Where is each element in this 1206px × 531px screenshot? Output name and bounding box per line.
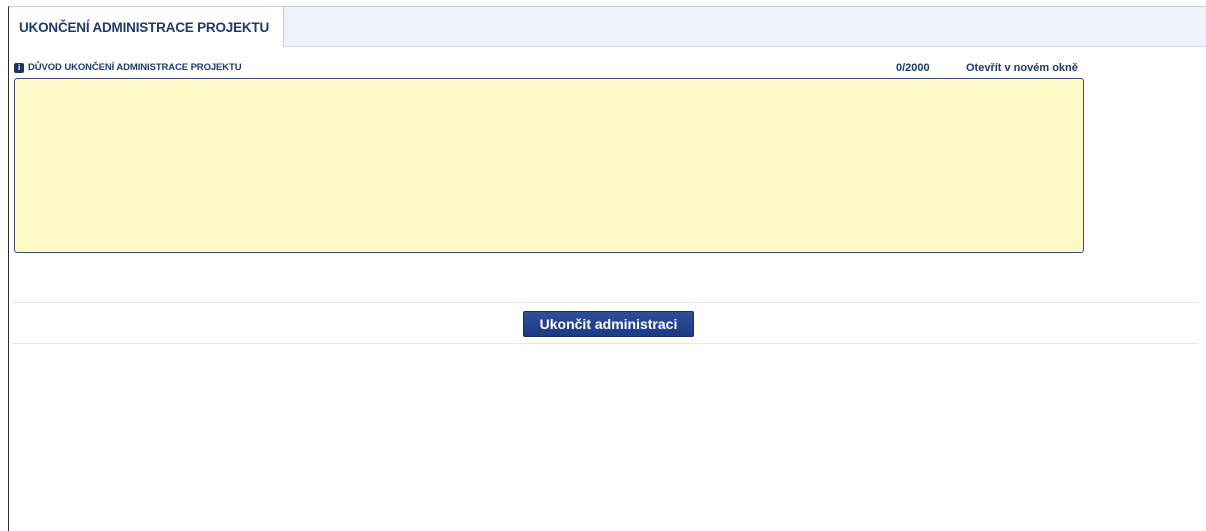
tab-ukonceni-administrace[interactable]: UKONČENÍ ADMINISTRACE PROJEKTU bbox=[9, 7, 284, 48]
field-label: DŮVOD UKONČENÍ ADMINISTRACE PROJEKTU bbox=[28, 62, 242, 73]
field-label-row: i DŮVOD UKONČENÍ ADMINISTRACE PROJEKTU bbox=[14, 62, 242, 73]
divider bbox=[12, 343, 1198, 344]
divider bbox=[12, 302, 1198, 303]
finish-administration-button[interactable]: Ukončit administraci bbox=[523, 311, 694, 337]
info-icon[interactable]: i bbox=[14, 62, 24, 73]
reason-textarea[interactable] bbox=[14, 78, 1084, 253]
field-header: i DŮVOD UKONČENÍ ADMINISTRACE PROJEKTU 0… bbox=[14, 62, 1090, 76]
open-in-new-window-link[interactable]: Otevřít v novém okně bbox=[966, 62, 1078, 74]
character-counter: 0/2000 bbox=[896, 62, 930, 74]
tab-label: UKONČENÍ ADMINISTRACE PROJEKTU bbox=[19, 19, 270, 35]
tab-bar: UKONČENÍ ADMINISTRACE PROJEKTU bbox=[9, 7, 1206, 48]
